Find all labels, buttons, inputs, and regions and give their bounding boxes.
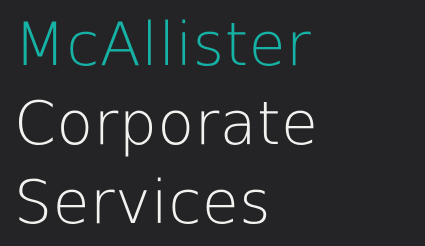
title-line-corporate: Corporate: [14, 89, 319, 159]
title-line-services: Services: [14, 168, 272, 238]
page: { "heading": { "line1": "McAllister", "l…: [0, 0, 425, 246]
page-title: McAllister Corporate Services: [14, 6, 318, 243]
brand-name-line: McAllister: [14, 10, 312, 80]
